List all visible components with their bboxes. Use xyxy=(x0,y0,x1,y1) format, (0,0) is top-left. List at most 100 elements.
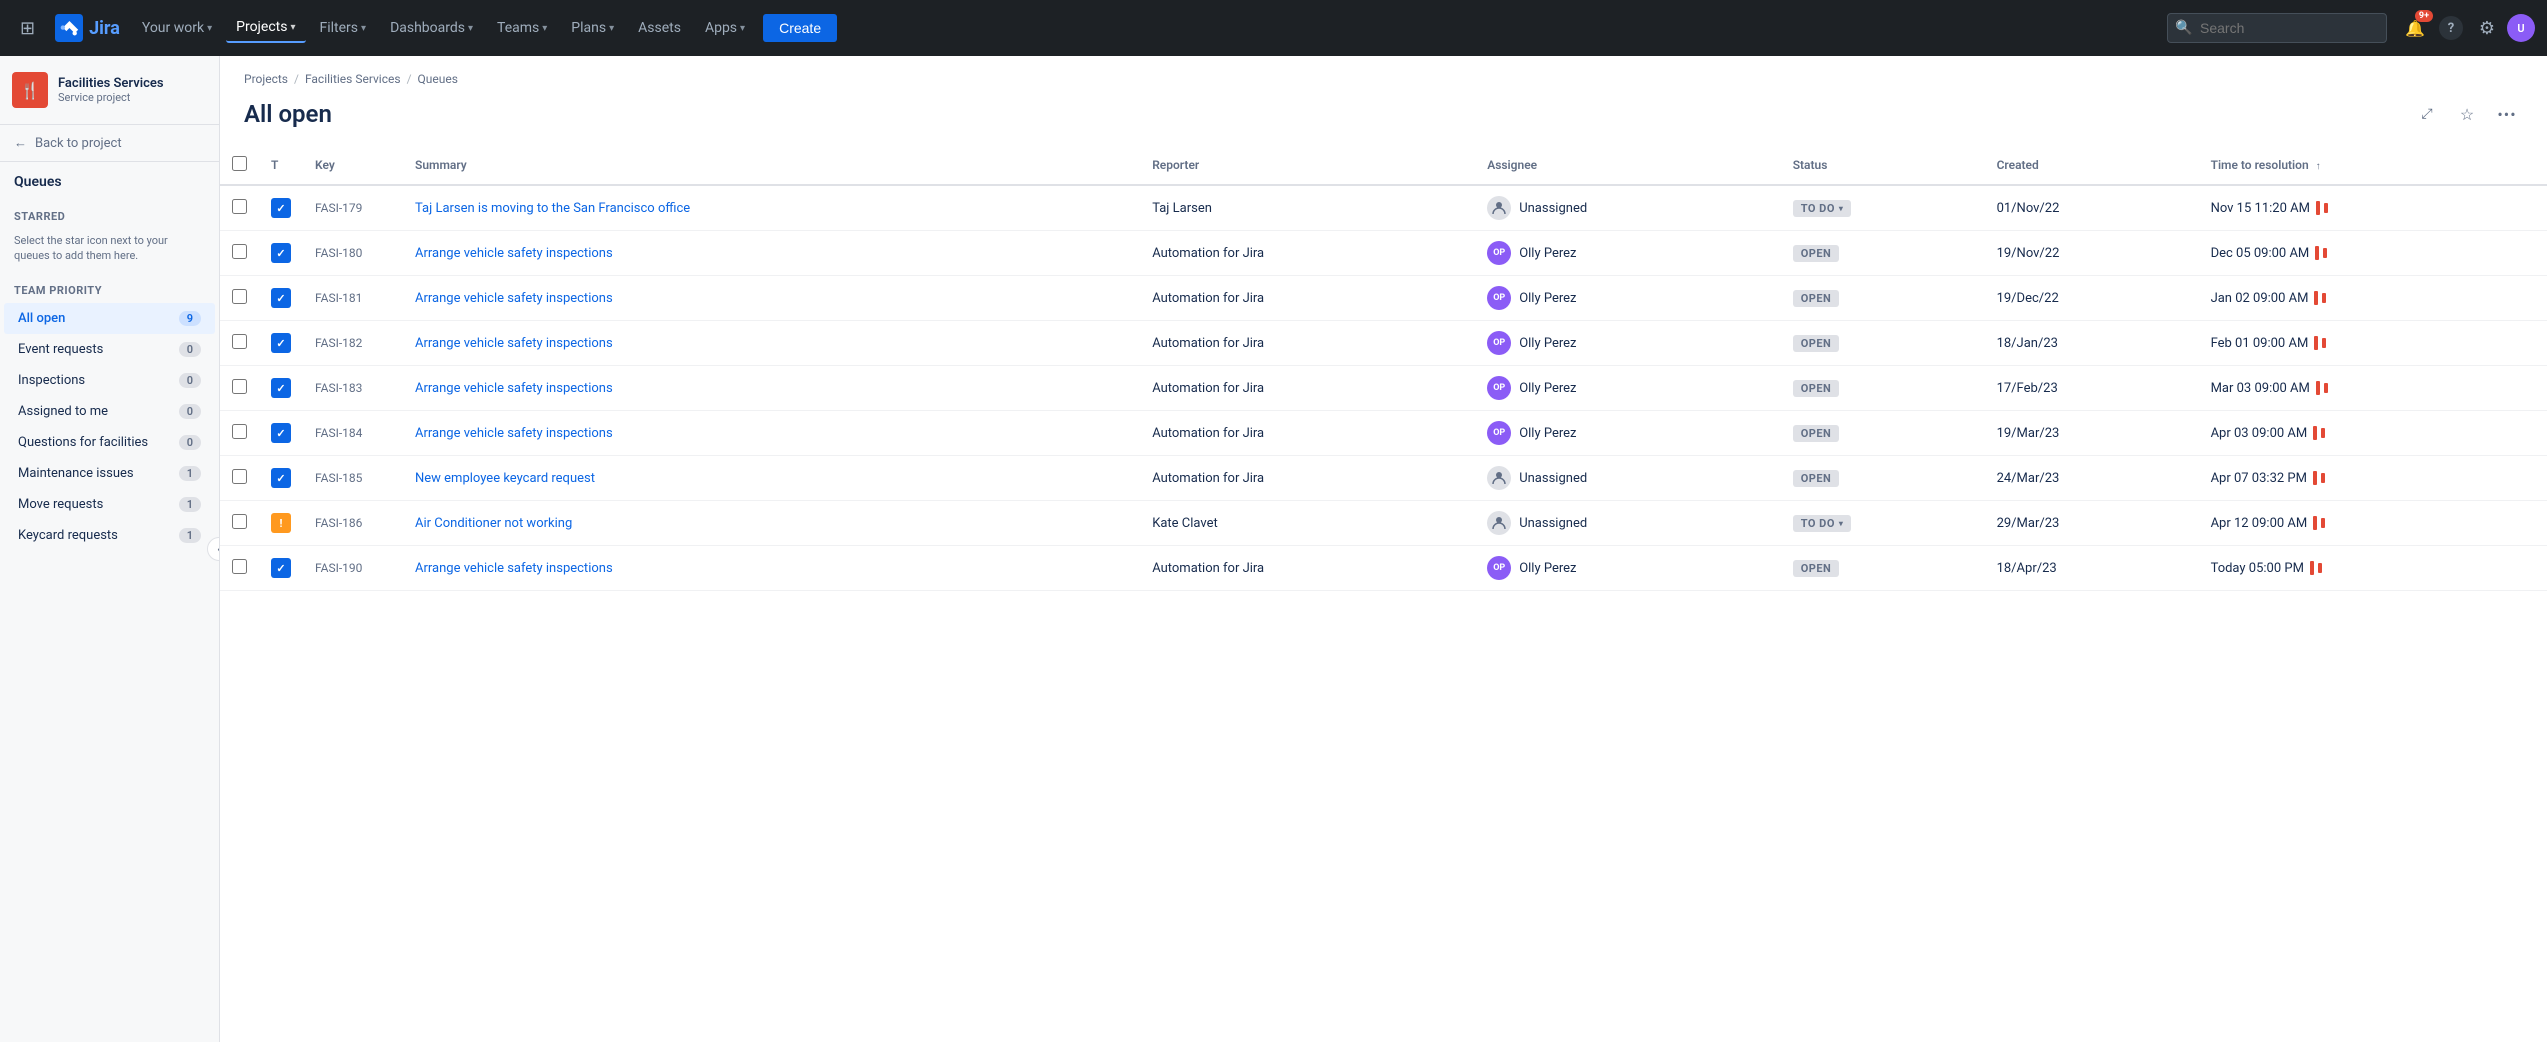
top-navigation: ⊞ Jira Your work ▾ Projects ▾ Filters ▾ … xyxy=(0,0,2547,56)
issue-key-link[interactable]: FASI-182 xyxy=(315,336,362,350)
issue-key-link[interactable]: FASI-181 xyxy=(315,291,362,305)
breadcrumb-facilities[interactable]: Facilities Services xyxy=(305,72,401,86)
project-icon: 🍴 xyxy=(12,72,48,108)
sidebar-item-event-requests[interactable]: Event requests 0 xyxy=(4,334,215,365)
nav-your-work[interactable]: Your work ▾ xyxy=(132,14,222,42)
created-cell: 19/Dec/22 xyxy=(1985,276,2199,321)
nav-teams[interactable]: Teams ▾ xyxy=(487,14,557,42)
status-cell: OPEN xyxy=(1781,456,1985,501)
issue-key-link[interactable]: FASI-190 xyxy=(315,561,362,575)
notifications-button[interactable]: 🔔 9+ xyxy=(2399,12,2431,44)
issue-summary-link[interactable]: Air Conditioner not working xyxy=(415,516,572,531)
row-checkbox[interactable] xyxy=(232,424,247,439)
nav-filters[interactable]: Filters ▾ xyxy=(310,14,377,42)
issue-key-link[interactable]: FASI-183 xyxy=(315,381,362,395)
created-cell: 19/Mar/23 xyxy=(1985,411,2199,456)
issue-key-link[interactable]: FASI-180 xyxy=(315,246,362,260)
table-header-row: T Key Summary Reporter Assignee Status C… xyxy=(220,146,2547,185)
created-cell: 19/Nov/22 xyxy=(1985,231,2199,276)
table-row: ✓FASI-180Arrange vehicle safety inspecti… xyxy=(220,231,2547,276)
sidebar-item-maintenance[interactable]: Maintenance issues 1 xyxy=(4,458,215,489)
sidebar-project: 🍴 Facilities Services Service project xyxy=(0,56,219,125)
row-checkbox[interactable] xyxy=(232,289,247,304)
sidebar-collapse-button[interactable]: ‹ xyxy=(207,537,220,561)
issue-summary-link[interactable]: Arrange vehicle safety inspections xyxy=(415,426,613,441)
row-checkbox[interactable] xyxy=(232,334,247,349)
table-wrapper: T Key Summary Reporter Assignee Status C… xyxy=(220,146,2547,591)
issue-summary-link[interactable]: Arrange vehicle safety inspections xyxy=(415,336,613,351)
grid-icon[interactable]: ⊞ xyxy=(12,10,43,47)
issue-summary-link[interactable]: Arrange vehicle safety inspections xyxy=(415,561,613,576)
th-time-to-resolution[interactable]: Time to resolution ↑ xyxy=(2199,146,2547,185)
avatar: OP xyxy=(1487,556,1511,580)
nav-assets[interactable]: Assets xyxy=(628,14,691,42)
select-all-checkbox[interactable] xyxy=(232,156,247,171)
issue-key-link[interactable]: FASI-185 xyxy=(315,471,362,485)
row-checkbox[interactable] xyxy=(232,469,247,484)
settings-icon: ⚙ xyxy=(2479,18,2495,39)
time-indicator-icon xyxy=(2313,471,2325,485)
created-cell: 17/Feb/23 xyxy=(1985,366,2199,411)
issue-key-link[interactable]: FASI-184 xyxy=(315,426,362,440)
nav-apps[interactable]: Apps ▾ xyxy=(695,14,755,42)
settings-button[interactable]: ⚙ xyxy=(2471,12,2503,44)
time-value: Nov 15 11:20 AM xyxy=(2211,201,2310,216)
table-row: !FASI-186Air Conditioner not workingKate… xyxy=(220,501,2547,546)
reporter-cell: Automation for Jira xyxy=(1140,546,1475,591)
avatar xyxy=(1487,196,1511,220)
sidebar-item-all-open[interactable]: All open 9 xyxy=(4,303,215,334)
status-badge[interactable]: TO DO▾ xyxy=(1793,200,1852,217)
issue-key-link[interactable]: FASI-179 xyxy=(315,201,362,215)
create-button[interactable]: Create xyxy=(763,14,837,42)
logo-text: Jira xyxy=(89,18,120,39)
status-cell: TO DO▾ xyxy=(1781,501,1985,546)
time-to-resolution-cell: Apr 03 09:00 AM xyxy=(2199,411,2547,456)
issue-summary-link[interactable]: Arrange vehicle safety inspections xyxy=(415,291,613,306)
jira-logo[interactable]: Jira xyxy=(47,14,128,42)
status-badge[interactable]: TO DO▾ xyxy=(1793,515,1852,532)
sidebar-item-questions[interactable]: Questions for facilities 0 xyxy=(4,427,215,458)
status-cell: OPEN xyxy=(1781,411,1985,456)
row-checkbox[interactable] xyxy=(232,379,247,394)
chevron-down-icon: ▾ xyxy=(1839,519,1844,528)
task-type-icon: ✓ xyxy=(271,198,291,218)
assignee-name: Olly Perez xyxy=(1519,246,1576,261)
table-row: ✓FASI-185New employee keycard requestAut… xyxy=(220,456,2547,501)
star-button[interactable]: ☆ xyxy=(2451,98,2483,130)
reporter-cell: Kate Clavet xyxy=(1140,501,1475,546)
issue-key-link[interactable]: FASI-186 xyxy=(315,516,362,530)
user-avatar[interactable]: U xyxy=(2507,14,2535,42)
issue-summary-link[interactable]: Arrange vehicle safety inspections xyxy=(415,381,613,396)
sidebar-item-keycard-requests[interactable]: Keycard requests 1 xyxy=(4,520,215,551)
time-value: Apr 07 03:32 PM xyxy=(2211,471,2307,486)
time-to-resolution-cell: Feb 01 09:00 AM xyxy=(2199,321,2547,366)
page-header: All open ⤢ ☆ ••• xyxy=(220,94,2547,146)
row-checkbox[interactable] xyxy=(232,559,247,574)
breadcrumb-projects[interactable]: Projects xyxy=(244,72,288,86)
nav-projects[interactable]: Projects ▾ xyxy=(226,13,305,43)
sidebar-item-assigned-to-me[interactable]: Assigned to me 0 xyxy=(4,396,215,427)
help-button[interactable]: ? xyxy=(2435,12,2467,44)
time-value: Today 05:00 PM xyxy=(2211,561,2304,576)
expand-button[interactable]: ⤢ xyxy=(2411,98,2443,130)
table-row: ✓FASI-184Arrange vehicle safety inspecti… xyxy=(220,411,2547,456)
more-button[interactable]: ••• xyxy=(2491,98,2523,130)
time-value: Dec 05 09:00 AM xyxy=(2211,246,2310,261)
row-checkbox[interactable] xyxy=(232,244,247,259)
issue-summary-link[interactable]: New employee keycard request xyxy=(415,471,595,486)
nav-dashboards[interactable]: Dashboards ▾ xyxy=(380,14,483,42)
created-cell: 18/Apr/23 xyxy=(1985,546,2199,591)
created-cell: 18/Jan/23 xyxy=(1985,321,2199,366)
nav-plans[interactable]: Plans ▾ xyxy=(561,14,624,42)
search-input[interactable] xyxy=(2167,13,2387,43)
row-checkbox[interactable] xyxy=(232,199,247,214)
table-row: ✓FASI-182Arrange vehicle safety inspecti… xyxy=(220,321,2547,366)
sidebar-item-inspections[interactable]: Inspections 0 xyxy=(4,365,215,396)
row-checkbox[interactable] xyxy=(232,514,247,529)
issue-summary-link[interactable]: Taj Larsen is moving to the San Francisc… xyxy=(415,201,690,216)
time-to-resolution-cell: Apr 12 09:00 AM xyxy=(2199,501,2547,546)
issue-summary-link[interactable]: Arrange vehicle safety inspections xyxy=(415,246,613,261)
sidebar-item-move-requests[interactable]: Move requests 1 xyxy=(4,489,215,520)
back-to-project-link[interactable]: ← Back to project xyxy=(0,125,219,162)
queue-table: T Key Summary Reporter Assignee Status C… xyxy=(220,146,2547,591)
